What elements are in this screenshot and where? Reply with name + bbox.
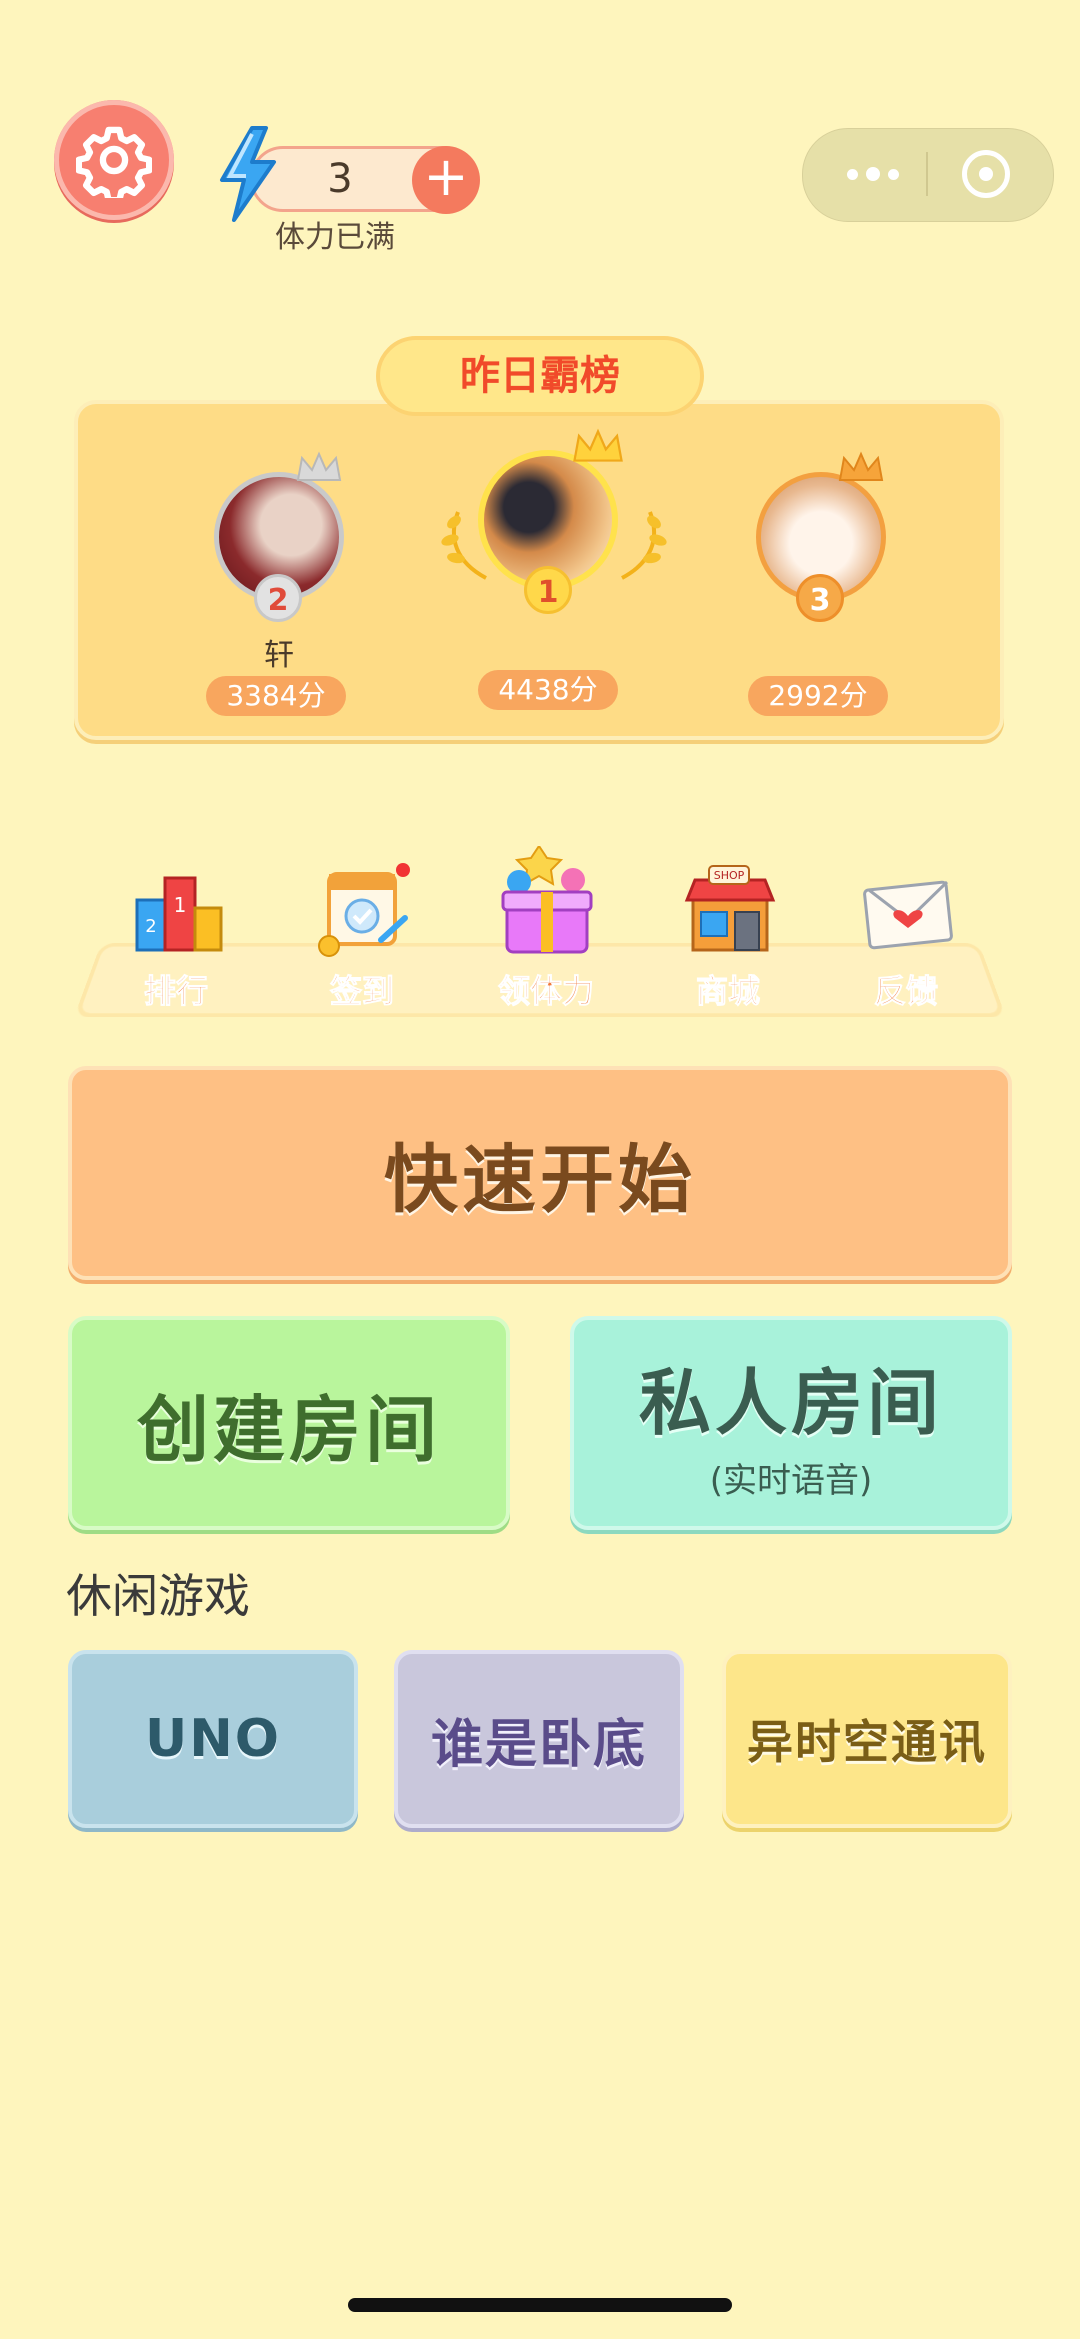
leaderboard-title: 昨日霸榜 xyxy=(376,336,704,416)
svg-text:SHOP: SHOP xyxy=(714,869,745,882)
gear-icon xyxy=(76,126,152,198)
rank-badge-1: 1 xyxy=(524,566,572,614)
rank-badge-3: 3 xyxy=(796,574,844,622)
energy-status-text: 体力已满 xyxy=(275,220,395,255)
shop-icon: SHOP xyxy=(684,865,776,952)
svg-text:2: 2 xyxy=(145,916,156,937)
calendar-icon xyxy=(318,863,410,957)
private-room-button[interactable]: 私人房间 (实时语音) xyxy=(570,1316,1012,1530)
private-room-label: 私人房间 xyxy=(638,1361,943,1445)
rank-badge-2: 2 xyxy=(254,574,302,622)
rank-3-score: 2992分 xyxy=(748,676,888,716)
uno-game-button[interactable]: UNO xyxy=(68,1650,358,1828)
ranking-icon: 2 1 xyxy=(135,876,223,952)
claim-energy-button[interactable]: 领体力 xyxy=(476,844,616,1012)
shop-button[interactable]: SHOP 商城 xyxy=(658,860,798,1012)
svg-text:1: 1 xyxy=(174,893,187,917)
more-icon[interactable] xyxy=(838,152,908,196)
laurel-right-icon xyxy=(621,511,667,580)
rank-2-score: 3384分 xyxy=(206,676,346,716)
gift-icon xyxy=(501,844,593,954)
energy-count: 3 xyxy=(327,156,353,202)
crown-silver-icon xyxy=(296,451,342,481)
ranking-button[interactable]: 2 1 排行 xyxy=(106,860,246,1012)
home-indicator[interactable] xyxy=(348,2298,732,2312)
rank-2-name: 轩 xyxy=(264,638,294,673)
add-energy-button[interactable]: + xyxy=(412,146,480,214)
casual-games-title: 休闲游戏 xyxy=(66,1569,250,1623)
close-miniprogram-icon[interactable] xyxy=(962,150,1010,198)
lightning-icon xyxy=(220,126,276,222)
envelope-icon xyxy=(863,880,953,950)
shop-label: 商城 xyxy=(695,972,760,1011)
ranking-label: 排行 xyxy=(143,972,208,1011)
rank-1-score: 4438分 xyxy=(478,670,618,710)
checkin-label: 签到 xyxy=(329,972,394,1011)
settings-button[interactable] xyxy=(54,100,174,220)
claim-energy-label: 领体力 xyxy=(497,972,594,1011)
capsule-divider xyxy=(926,152,928,196)
checkin-button[interactable]: 签到 xyxy=(292,860,432,1012)
feedback-button[interactable]: 反馈 xyxy=(836,860,976,1012)
crown-gold-icon xyxy=(573,428,623,462)
crown-bronze-icon xyxy=(838,451,884,481)
time-space-comm-game-button[interactable]: 异时空通讯 xyxy=(722,1650,1012,1828)
who-is-spy-game-button[interactable]: 谁是卧底 xyxy=(394,1650,684,1828)
feedback-label: 反馈 xyxy=(873,972,938,1011)
quick-start-button[interactable]: 快速开始 xyxy=(68,1066,1012,1280)
private-room-sublabel: (实时语音) xyxy=(709,1461,873,1501)
create-room-button[interactable]: 创建房间 xyxy=(68,1316,510,1530)
